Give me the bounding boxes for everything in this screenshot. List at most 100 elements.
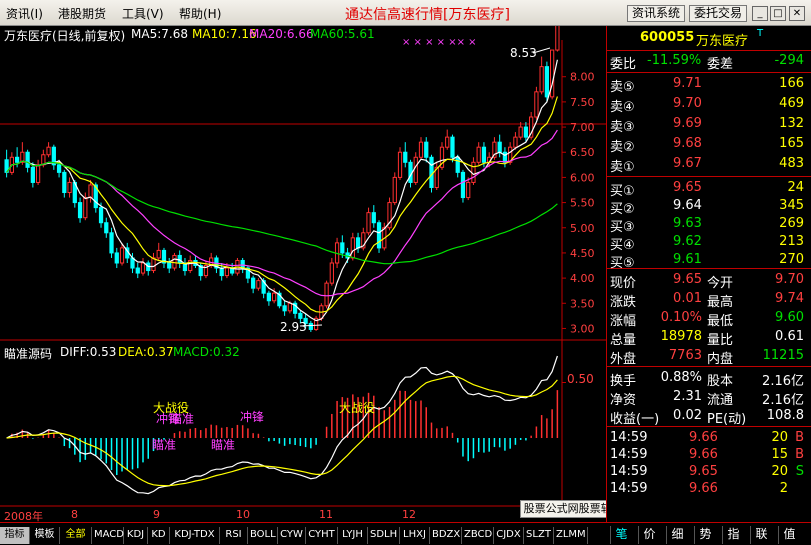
sell-level-label: 卖⑤ [610,80,635,95]
stat-value: 0.88% [660,370,702,385]
candle-body [219,267,224,277]
tab-boll[interactable]: BOLL [248,527,278,544]
tab-cjdx[interactable]: CJDX [494,527,524,544]
tab-zbcd[interactable]: ZBCD [462,527,494,544]
quote-header: 600055 万东医疗 T [607,28,810,50]
tab-lyjh[interactable]: LYJH [338,527,368,544]
menu-hk-futures[interactable]: 港股期货 [58,5,106,22]
stat-value: 0.02 [673,408,702,423]
sell-level-label: 卖② [610,140,635,155]
tab-cyht[interactable]: CYHT [306,527,338,544]
buy-price: 9.65 [673,180,702,195]
candle-body [35,164,41,183]
tab-kd[interactable]: KD [148,527,170,544]
sell-price: 9.68 [673,136,702,151]
tick-price: 9.66 [689,430,718,445]
dea-line [6,375,558,487]
panel-tab-1[interactable]: 价 [638,526,660,544]
stat-value: 9.65 [673,272,702,287]
candle-body [156,249,161,259]
buy-volume: 24 [787,180,804,195]
panel-tab-0[interactable]: 笔 [610,526,632,544]
price-tick-label: 7.50 [570,96,595,109]
panel-tab-3[interactable]: 势 [694,526,716,544]
ma10-label: MA10:7.16 [192,27,257,41]
minimize-icon[interactable]: _ [752,6,768,21]
candle-body [167,262,172,269]
menu-bar: 资讯(I) 港股期货 工具(V) 帮助(H) 通达信高速行情[万东医疗] 资讯系… [0,0,811,26]
buy-volume: 269 [779,216,804,231]
app-window: 资讯(I) 港股期货 工具(V) 帮助(H) 通达信高速行情[万东医疗] 资讯系… [0,0,811,545]
macd-label: MACD:0.32 [173,345,240,359]
candle-body [324,282,329,307]
kline-chart-area[interactable]: 8.00 7.50 7.00 6.50 6.00 5.50 5.00 4.50 4.00 3.50… [0,26,606,522]
tab-rsi[interactable]: RSI [220,527,248,544]
close-icon[interactable]: ✕ [789,6,805,21]
stat-value: 0.01 [673,291,702,306]
menu-info[interactable]: 资讯(I) [6,5,43,22]
bottom-tab-bar: 指标 模板 全部 MACD KDJ KD KDJ-TDX RSI BOLL CYW CYHT LYJH… [0,522,811,545]
tab-macd[interactable]: MACD [92,527,124,544]
candle-body [413,156,418,183]
buy-volume: 213 [779,234,804,249]
tab-全部[interactable]: 全部 [60,527,92,544]
ma20-label: MA20:6.66 [249,27,314,41]
candle-body [104,222,109,234]
tick-volume: 15 [771,447,788,462]
candle-body [251,277,256,289]
tab-sdlh[interactable]: SDLH [368,527,400,544]
stat-value: 108.8 [766,408,804,423]
trade-button[interactable]: 委托交易 [689,5,748,22]
stat-value: 11215 [762,348,804,363]
panel-tab-5[interactable]: 联 [750,526,772,544]
menu-tools[interactable]: 工具(V) [122,5,164,22]
price-tick-label: 3.50 [570,297,595,310]
tab-kdj[interactable]: KDJ [124,527,148,544]
candle-body [544,66,550,98]
price-stat-row: 总量 18978 量比 0.61 [607,327,810,348]
tab-模板[interactable]: 模板 [30,527,60,544]
panel-tab-4[interactable]: 指 [722,526,744,544]
sell-row: 卖⑤ 9.71 166 [607,74,810,95]
buy-level-label: 买⑤ [610,256,635,271]
tab-lhxj[interactable]: LHXJ [400,527,430,544]
sell-price: 9.71 [673,76,702,91]
tab-kdj-tdx[interactable]: KDJ-TDX [170,527,220,544]
tick-time: 14:59 [610,430,648,445]
info-system-button[interactable]: 资讯系统 [627,5,686,22]
candle-body [513,136,518,148]
tab-cyw[interactable]: CYW [278,527,306,544]
maximize-icon[interactable]: □ [770,6,786,21]
annotation-aim-3: 瞄准 [211,438,236,452]
ma5-label: MA5:7.68 [131,27,188,41]
candle-body [329,262,334,284]
panel-tab-6[interactable]: 值 [778,526,800,544]
tick-price: 9.65 [689,464,718,479]
candle-body [371,212,376,224]
divider [607,176,811,177]
tick-time: 14:59 [610,447,648,462]
tab-指标[interactable]: 指标 [0,527,30,544]
candle-body [256,280,261,289]
sell-volume: 469 [779,96,804,111]
price-tick-label: 4.00 [570,272,595,285]
candle-body [46,146,51,156]
kline-svg[interactable]: 8.00 7.50 7.00 6.50 6.00 5.50 5.00 4.50 4.00 3.50… [0,26,606,522]
price-tick-label: 7.00 [570,121,595,134]
tab-slzt[interactable]: SLZT [524,527,554,544]
tick-direction: S [795,464,804,479]
stock-title: [万东医疗] [443,7,510,23]
t-badge: T [757,28,764,39]
sell-price: 9.70 [673,96,702,111]
candle-body [403,151,408,163]
tab-bdzx[interactable]: BDZX [430,527,462,544]
candle-body [67,181,72,194]
stat-value: 9.60 [775,310,804,325]
candle-body [523,126,529,138]
price-stat-row: 现价 9.65 今开 9.70 [607,270,810,291]
tick-price: 9.66 [689,447,718,462]
menu-help[interactable]: 帮助(H) [179,5,221,22]
candle-body [497,141,502,153]
panel-tab-2[interactable]: 细 [666,526,688,544]
tab-zlmm[interactable]: ZLMM [554,527,588,544]
